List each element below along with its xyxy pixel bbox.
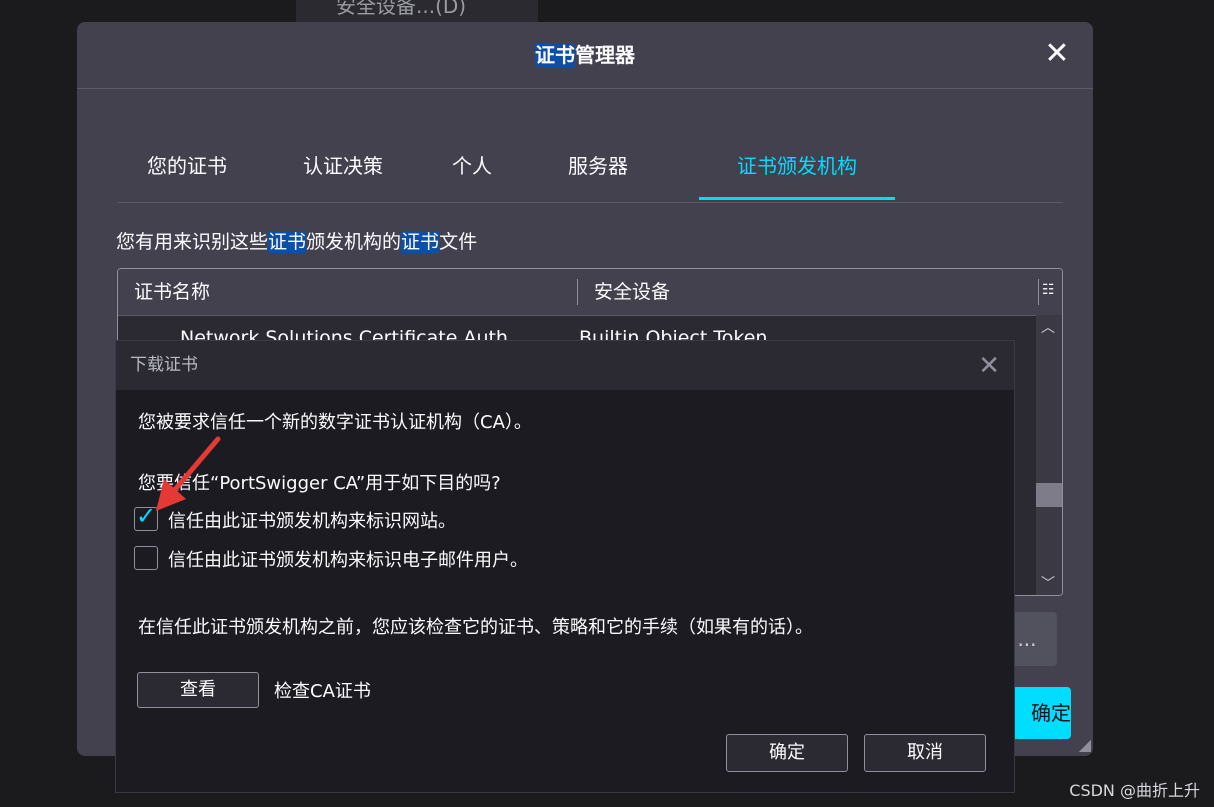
watermark: CSDN @曲折上升 (1069, 781, 1200, 800)
scroll-up-icon[interactable]: ︿ (1041, 317, 1055, 337)
tab-authorities[interactable]: 证书颁发机构 (699, 142, 895, 200)
scrollbar-thumb[interactable] (1036, 483, 1062, 507)
trust-email-label[interactable]: 信任由此证书颁发机构来标识电子邮件用户。 (168, 546, 528, 572)
window-title: 证书管理器 (77, 22, 1093, 88)
desc-part: 您有用来识别这些 (116, 231, 269, 253)
dialog-title: 下载证书 (130, 355, 198, 375)
tree-header: 证书名称 安全设备 ☷ (118, 269, 1062, 316)
column-picker-icon[interactable]: ☷ (1042, 282, 1055, 298)
tab-your-certificates[interactable]: 您的证书 (137, 142, 237, 200)
dialog-advice: 在信任此证书颁发机构之前，您应该检查它的证书、策略和它的手续（如果有的话）。 (138, 617, 813, 638)
tab-bar: 您的证书 认证决策 个人 服务器 证书颁发机构 (117, 142, 1063, 203)
download-certificate-dialog: 下载证书 ✕ 您被要求信任一个新的数字证书认证机构（CA）。 您要信任“Port… (115, 340, 1015, 793)
background-menu-text: 安全设备...(D) (336, 0, 467, 18)
column-divider[interactable] (1038, 279, 1039, 305)
column-header-name[interactable]: 证书名称 (134, 269, 210, 315)
desc-part: 文件 (439, 231, 478, 253)
title-highlight: 证书 (535, 43, 575, 67)
tab-people[interactable]: 个人 (442, 142, 502, 200)
title-divider (77, 88, 1093, 89)
column-divider[interactable] (577, 279, 578, 305)
desc-highlight: 证书 (401, 231, 440, 253)
trust-email-checkbox[interactable] (134, 546, 158, 570)
tab-authentication-decisions[interactable]: 认证决策 (293, 142, 393, 200)
title-rest: 管理器 (575, 43, 635, 67)
dialog-close-icon[interactable]: ✕ (978, 351, 1000, 381)
tab-servers[interactable]: 服务器 (553, 142, 643, 200)
desc-highlight: 证书 (268, 231, 307, 253)
annotation-arrow-icon (156, 436, 221, 511)
scroll-down-icon[interactable]: ﹀ (1041, 573, 1055, 593)
background-window-strip: 安全设备...(D) (296, 0, 538, 22)
close-icon[interactable]: ✕ (1041, 38, 1073, 70)
resize-grip-icon[interactable]: ◢ (1079, 735, 1091, 754)
dialog-message: 您被要求信任一个新的数字证书认证机构（CA）。 (138, 412, 532, 433)
column-header-device[interactable]: 安全设备 (594, 269, 670, 315)
desc-part: 颁发机构的 (306, 231, 402, 253)
ok-button[interactable]: 确定 (726, 734, 848, 772)
tab-description: 您有用来识别这些证书颁发机构的证书文件 (116, 227, 477, 254)
view-certificate-button[interactable]: 查看 (137, 672, 259, 708)
cancel-button[interactable]: 取消 (864, 734, 986, 772)
dialog-titlebar: 下载证书 ✕ (116, 341, 1014, 390)
view-certificate-label: 检查CA证书 (274, 681, 371, 702)
tree-scrollbar[interactable]: ︿ ﹀ (1036, 315, 1062, 595)
